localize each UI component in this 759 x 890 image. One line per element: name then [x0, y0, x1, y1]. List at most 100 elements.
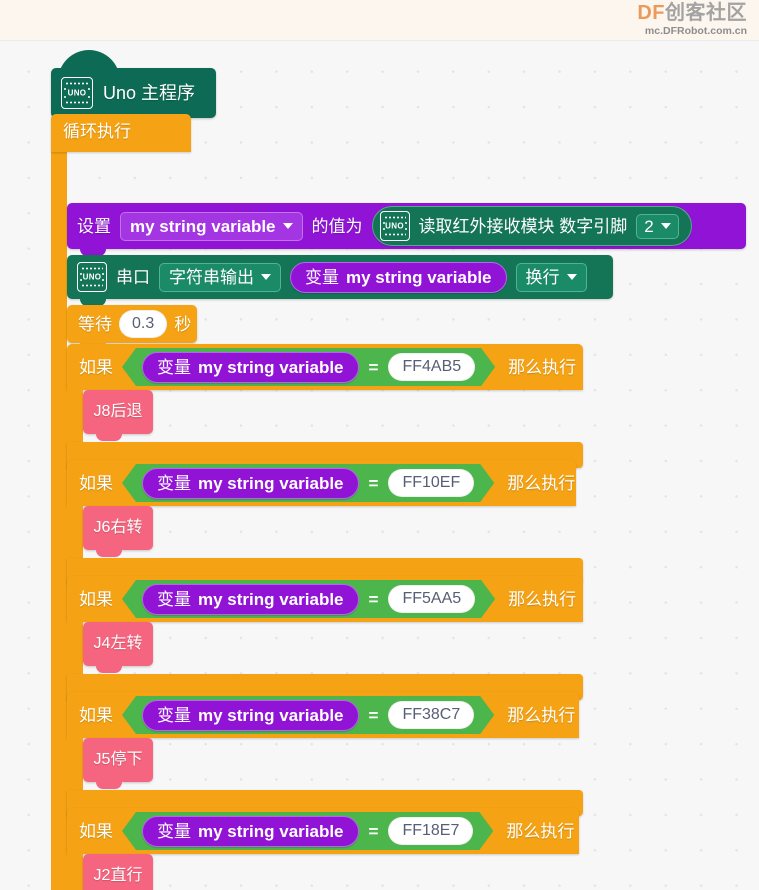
motor-action-label: J4左转	[93, 635, 143, 652]
digital-pin-dropdown[interactable]: 2	[636, 213, 679, 239]
uno-icon-bottom-pins	[65, 100, 89, 105]
serial-prefix-label: 串口	[116, 267, 150, 287]
watermark-brand-df: DF	[637, 2, 665, 24]
uno-icon-label: UNO	[67, 88, 87, 98]
watermark-bar: DF创客社区 mc.DFRobot.com.cn	[0, 0, 759, 41]
motor-action-block[interactable]: J6右转	[83, 506, 153, 557]
if-block-spine	[67, 390, 83, 442]
serial-mode-value: 字符串输出	[169, 267, 254, 287]
motor-action-block[interactable]: J2直行	[83, 854, 153, 890]
if-block-header[interactable]: 如果 变量 my string variable = FF5AA5 那么执行	[67, 576, 583, 622]
uno-icon-top-pins	[383, 215, 406, 220]
variable-reporter-name: my string variable	[198, 589, 344, 609]
variable-reporter-prefix: 变量	[157, 357, 191, 377]
block-bottom-bump	[96, 781, 122, 789]
uno-icon-top-pins	[65, 81, 89, 86]
compare-value-input[interactable]: FF4AB5	[388, 353, 475, 381]
equals-operator-block[interactable]: 变量 my string variable = FF10EF	[122, 464, 494, 502]
variable-reporter[interactable]: 变量 my string variable	[142, 816, 359, 847]
chevron-down-icon	[261, 274, 271, 280]
compare-value-input[interactable]: FF18E7	[388, 817, 473, 845]
loop-spine	[51, 151, 67, 890]
set-variable-block[interactable]: 设置 my string variable 的值为 UNO 读取红外接收模块 数…	[67, 203, 746, 256]
variable-reporter-name: my string variable	[346, 267, 492, 287]
block-workspace-canvas[interactable]: UNO Uno 主程序 循环执行 设置 my string variable 的…	[0, 41, 759, 890]
motor-action-label: J2直行	[93, 867, 143, 884]
equals-sign: =	[368, 473, 379, 493]
if-block-spine	[67, 506, 83, 558]
equals-operator-block[interactable]: 变量 my string variable = FF4AB5	[122, 348, 495, 386]
then-label: 那么执行	[507, 473, 576, 493]
forever-loop-label: 循环执行	[63, 122, 131, 141]
uno-board-icon: UNO	[77, 262, 107, 292]
if-label: 如果	[79, 473, 113, 493]
uno-icon-bottom-pins	[383, 232, 406, 237]
equals-operator-block[interactable]: 变量 my string variable = FF38C7	[122, 696, 494, 734]
motor-action-label: J6右转	[93, 519, 143, 536]
set-variable-middle-label: 的值为	[311, 216, 363, 236]
equals-sign: =	[368, 589, 379, 609]
then-label: 那么执行	[507, 705, 576, 725]
compare-value-input[interactable]: FF38C7	[388, 701, 474, 729]
ir-receiver-label: 读取红外接收模块 数字引脚	[418, 216, 628, 236]
block-bottom-bump	[96, 433, 122, 441]
if-block-header[interactable]: 如果 变量 my string variable = FF10EF 那么执行	[67, 460, 576, 506]
variable-reporter[interactable]: 变量 my string variable	[142, 584, 359, 615]
variable-reporter[interactable]: 变量 my string variable	[290, 261, 507, 293]
uno-icon-label: UNO	[82, 272, 102, 282]
if-block-spine	[67, 738, 83, 790]
variable-reporter-name: my string variable	[198, 473, 344, 493]
hat-block-uno-main[interactable]: UNO Uno 主程序	[51, 50, 216, 118]
serial-print-block[interactable]: UNO 串口 字符串输出 变量 my string variable 换行	[67, 255, 613, 306]
then-label: 那么执行	[508, 589, 577, 609]
hat-block-label: Uno 主程序	[103, 83, 196, 103]
chevron-down-icon	[660, 223, 671, 229]
uno-icon-top-pins	[81, 266, 103, 271]
variable-reporter[interactable]: 变量 my string variable	[142, 700, 359, 731]
equals-operator-block[interactable]: 变量 my string variable = FF5AA5	[122, 580, 495, 618]
ir-receiver-read-reporter[interactable]: UNO 读取红外接收模块 数字引脚 2	[371, 206, 692, 246]
serial-mode-dropdown[interactable]: 字符串输出	[159, 262, 281, 292]
motor-action-block[interactable]: J8后退	[83, 390, 153, 441]
equals-sign: =	[368, 357, 379, 377]
compare-value-input[interactable]: FF5AA5	[388, 585, 475, 613]
wait-seconds-input[interactable]: 0.3	[119, 310, 168, 338]
uno-board-icon: UNO	[61, 77, 93, 109]
variable-dropdown[interactable]: my string variable	[120, 211, 303, 241]
equals-sign: =	[368, 705, 379, 725]
block-bottom-bump	[96, 549, 122, 557]
if-label: 如果	[79, 589, 113, 609]
variable-dropdown-value: my string variable	[130, 216, 276, 236]
motor-action-block[interactable]: J5停下	[83, 738, 153, 789]
serial-newline-dropdown[interactable]: 换行	[515, 262, 587, 292]
equals-operator-block[interactable]: 变量 my string variable = FF18E7	[122, 812, 493, 850]
motor-action-label: J5停下	[93, 751, 143, 768]
if-label: 如果	[79, 821, 113, 841]
watermark-title: DF创客社区	[637, 2, 747, 24]
chevron-down-icon	[282, 223, 293, 229]
serial-newline-value: 换行	[525, 267, 560, 287]
uno-icon-label: UNO	[385, 221, 404, 231]
digital-pin-value: 2	[644, 216, 654, 236]
watermark-url: mc.DFRobot.com.cn	[644, 25, 747, 37]
variable-reporter[interactable]: 变量 my string variable	[142, 352, 359, 383]
watermark-logo: DF创客社区 mc.DFRobot.com.cn	[637, 2, 747, 38]
if-block-header[interactable]: 如果 变量 my string variable = FF4AB5 那么执行	[67, 344, 583, 390]
motor-action-block[interactable]: J4左转	[83, 622, 153, 673]
watermark-brand-name: 创客社区	[665, 2, 747, 24]
equals-sign: =	[368, 821, 379, 841]
variable-reporter-prefix: 变量	[157, 473, 191, 493]
variable-reporter-prefix: 变量	[305, 267, 339, 287]
variable-reporter-prefix: 变量	[157, 589, 191, 609]
variable-reporter-name: my string variable	[198, 357, 344, 377]
compare-value-input[interactable]: FF10EF	[388, 469, 474, 497]
set-variable-prefix-label: 设置	[77, 216, 111, 236]
forever-loop-block[interactable]: 循环执行	[51, 114, 191, 152]
if-label: 如果	[79, 705, 113, 725]
variable-reporter[interactable]: 变量 my string variable	[142, 468, 359, 499]
if-block-header[interactable]: 如果 变量 my string variable = FF18E7 那么执行	[67, 808, 579, 854]
wait-seconds-block[interactable]: 等待 0.3 秒	[67, 305, 197, 350]
if-block-header[interactable]: 如果 变量 my string variable = FF38C7 那么执行	[67, 692, 579, 738]
wait-prefix-label: 等待	[78, 314, 112, 334]
chevron-down-icon	[566, 274, 577, 280]
